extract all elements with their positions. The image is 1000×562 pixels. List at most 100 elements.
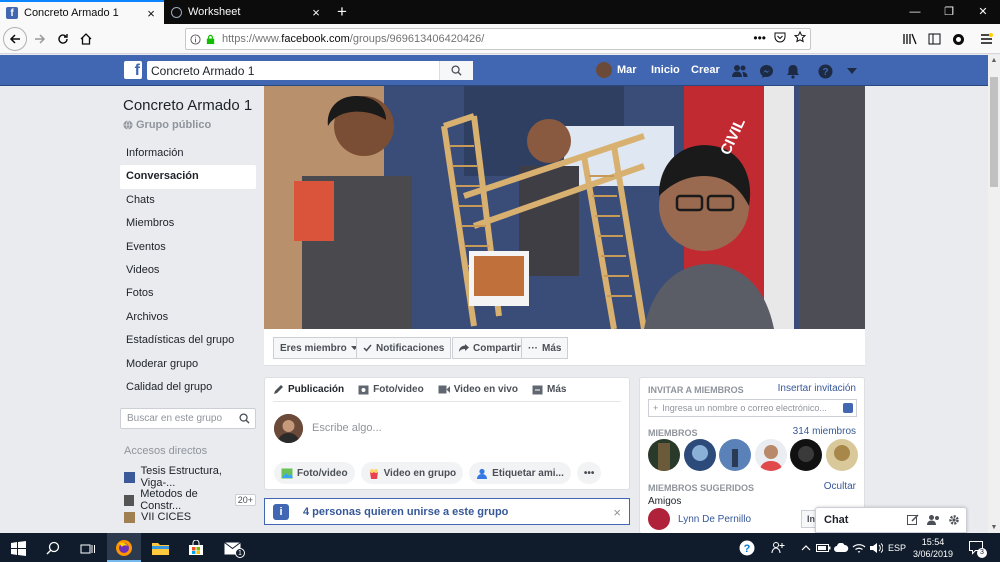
tag-friends-pill[interactable]: Etiquetar ami... [469,462,571,484]
avatar[interactable] [754,439,787,471]
close-tab-icon[interactable]: × [309,5,323,20]
task-view-icon[interactable] [78,538,98,558]
sidebar-item-conversacion[interactable]: Conversación [120,165,256,189]
windows-start-icon[interactable] [8,538,28,558]
home-link[interactable]: Inicio [651,64,680,76]
composer-input[interactable]: Escribe algo... [312,422,382,434]
sidebar-item-archivos[interactable]: Archivos [120,306,256,329]
facebook-logo-icon[interactable]: f [124,61,142,79]
invite-member-input[interactable]: + Ingresa un nombre o correo electrónico… [648,399,857,417]
sidebar-item-miembros[interactable]: Miembros [120,212,256,235]
new-tab-button[interactable]: + [332,2,352,22]
pending-requests-notice[interactable]: i 4 personas quieren unirse a este grupo… [264,498,630,525]
help-icon[interactable]: ? [816,62,834,80]
notifications-bell-icon[interactable] [784,62,802,80]
sidebar-item-calidad[interactable]: Calidad del grupo [120,376,256,399]
shortcut-item[interactable]: Metodos de Constr... 20+ [124,488,256,512]
composer-tab-publicacion[interactable]: Publicación [273,384,344,395]
search-button[interactable] [439,61,473,80]
composer-tab-video-en-vivo[interactable]: Video en vivo [438,384,518,395]
tab-concreto-armado[interactable]: f Concreto Armado 1 × [0,0,164,24]
volume-icon[interactable] [866,538,886,558]
close-icon[interactable]: × [613,505,621,520]
more-button[interactable]: ··· Más [521,337,569,359]
url-text[interactable]: https://www.facebook.com/groups/96961340… [222,33,484,45]
facebook-search-input[interactable]: Concreto Armado 1 [147,61,473,80]
member-status-button[interactable]: Eres miembro [273,337,365,359]
compose-message-icon[interactable] [907,514,919,526]
notice-text[interactable]: 4 personas quieren unirse a este grupo [303,506,508,518]
composer-tab-foto-video[interactable]: Foto/video [358,384,424,395]
sidebar-item-eventos[interactable]: Eventos [120,236,256,259]
notifications-button[interactable]: Notificaciones [356,337,452,359]
bookmark-star-icon[interactable] [794,31,806,43]
shortcut-item[interactable]: Tesis Estructura, Viga-... [124,465,256,489]
people-icon[interactable] [768,538,788,558]
search-icon[interactable] [43,538,63,558]
group-video-pill[interactable]: Video en grupo [360,462,464,484]
account-extension-icon[interactable] [948,30,968,48]
shortcut-item[interactable]: VII CICES [124,511,256,523]
page-actions-button[interactable]: ••• [753,31,766,45]
home-button[interactable] [74,27,98,51]
cloud-icon[interactable] [831,538,851,558]
create-link[interactable]: Crear [691,64,720,76]
restore-window-button[interactable]: ❐ [932,0,966,24]
gear-icon[interactable] [948,514,960,526]
friend-requests-icon[interactable] [731,62,749,80]
help-icon[interactable]: ? [737,538,757,558]
minimize-window-button[interactable]: — [898,0,932,24]
close-tab-icon[interactable]: × [144,6,158,21]
chat-sidebar-tab[interactable]: Chat [815,507,967,533]
store-icon[interactable] [186,538,206,558]
sidebar-item-moderar[interactable]: Moderar grupo [120,353,256,376]
members-count-link[interactable]: 314 miembros [793,426,856,437]
sidebar-item-informacion[interactable]: Información [120,142,256,165]
mail-icon[interactable]: 1 [222,538,245,558]
sidebar-item-videos[interactable]: Videos [120,259,256,282]
avatar[interactable] [648,508,670,530]
forward-button[interactable] [28,27,52,51]
group-search-input[interactable]: Buscar en este grupo [120,408,256,429]
reload-button[interactable] [51,27,75,51]
scroll-thumb[interactable] [990,77,998,187]
avatar[interactable] [790,439,823,471]
back-button[interactable] [3,27,27,51]
close-window-button[interactable]: ✕ [966,0,1000,24]
page-scrollbar[interactable]: ▲ ▼ [988,55,1000,533]
system-clock[interactable]: 15:54 3/06/2019 [910,536,956,560]
suggested-member-name[interactable]: Lynn De Pernillo [678,514,751,525]
sidebar-item-estadisticas[interactable]: Estadísticas del grupo [120,329,256,352]
scroll-down-icon[interactable]: ▼ [990,524,998,531]
contact-card-icon[interactable] [843,403,853,413]
tab-worksheet[interactable]: Worksheet × [165,0,329,24]
composer-tab-mas[interactable]: Más [532,384,566,395]
hide-suggestions-link[interactable]: Ocultar [824,481,856,492]
library-icon[interactable] [900,30,920,48]
embed-invite-link[interactable]: Insertar invitación [778,383,856,394]
avatar[interactable] [648,439,680,471]
url-bar[interactable]: https://www.facebook.com/groups/96961340… [185,28,811,50]
avatar[interactable] [274,414,303,443]
profile-link[interactable]: Mar [596,62,637,78]
sidebar-item-chats[interactable]: Chats [120,189,256,212]
action-center-icon[interactable]: 3 [966,538,987,558]
more-options-pill[interactable]: ••• [576,462,602,484]
share-button[interactable]: Compartir [452,337,528,359]
group-cover-photo[interactable]: CIVIL [264,86,865,329]
photo-video-pill[interactable]: Foto/video [274,462,355,484]
sidebar-item-fotos[interactable]: Fotos [120,282,256,305]
battery-icon[interactable] [813,538,833,558]
hamburger-menu-icon[interactable] [976,30,996,48]
messenger-icon[interactable] [757,62,775,80]
pocket-icon[interactable] [774,31,786,43]
account-menu-chevron-down-icon[interactable] [843,62,861,80]
avatar[interactable] [683,439,716,471]
new-group-icon[interactable] [927,514,940,526]
group-title[interactable]: Concreto Armado 1 [123,97,252,114]
input-language[interactable]: ESP [888,543,906,553]
file-explorer-icon[interactable] [150,538,170,558]
avatar[interactable] [719,439,752,471]
info-circle-icon[interactable] [190,33,201,45]
avatar[interactable] [825,439,858,471]
